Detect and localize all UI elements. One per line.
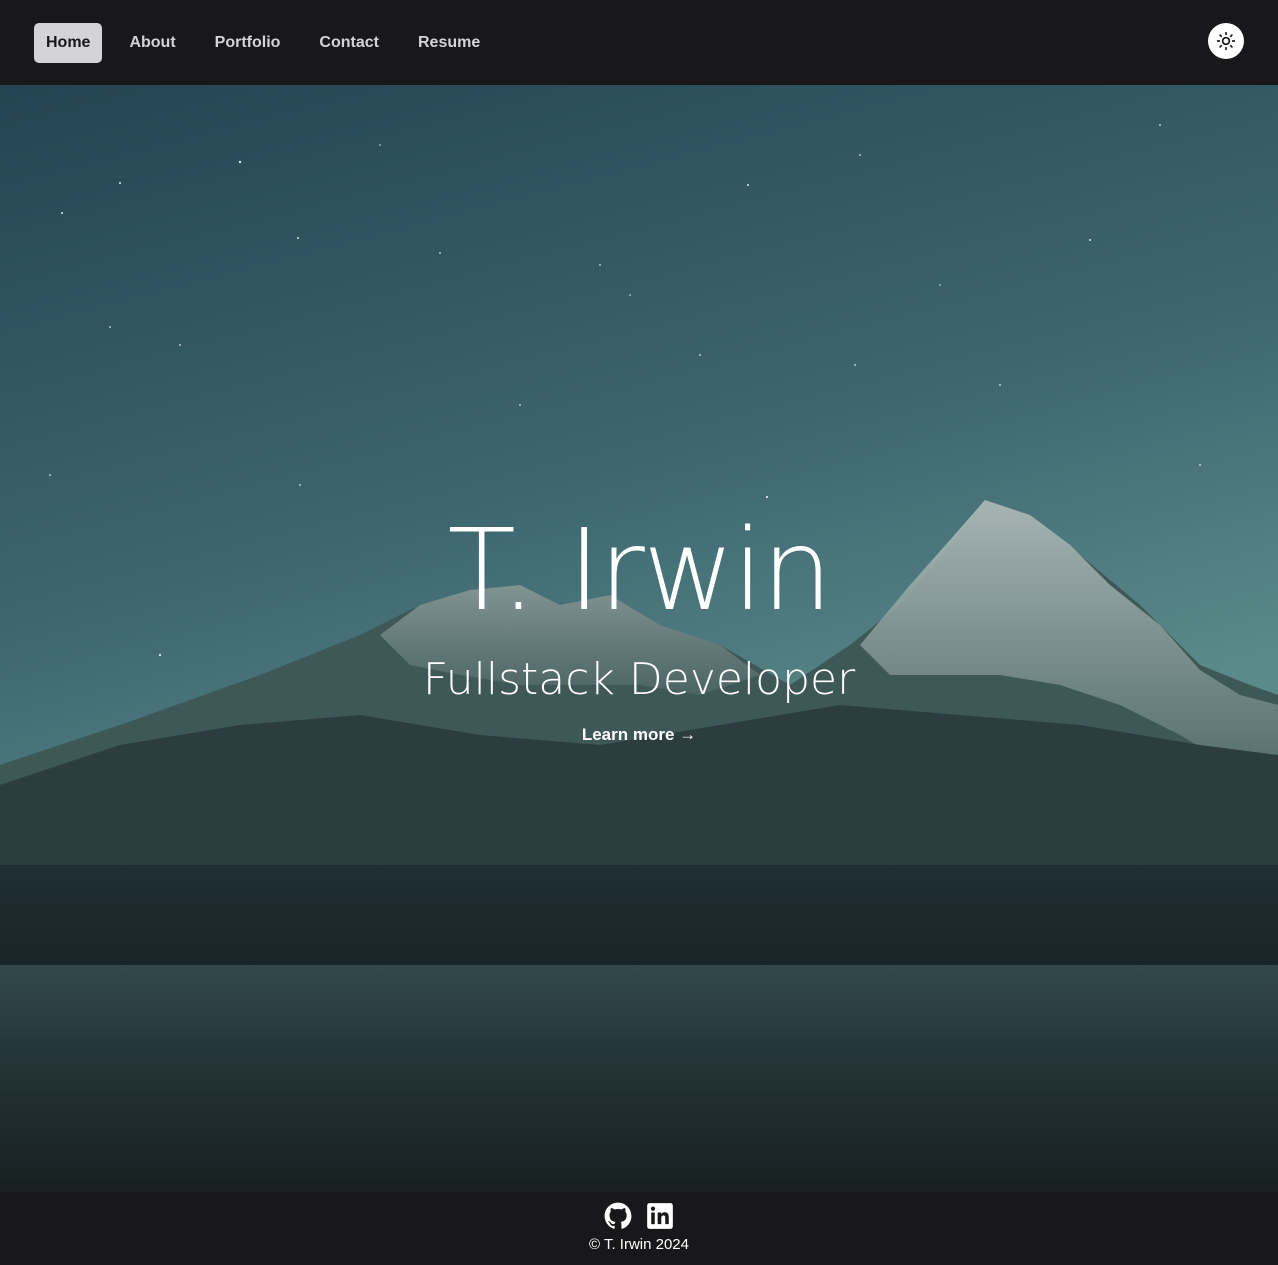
linkedin-icon[interactable] (646, 1202, 674, 1230)
github-icon[interactable] (604, 1202, 632, 1230)
hero-content: T. Irwin Fullstack Developer Learn more … (0, 85, 1278, 1192)
learn-more-link[interactable]: Learn more → (0, 725, 1278, 745)
nav-home[interactable]: Home (34, 22, 103, 63)
sun-icon (1216, 31, 1236, 51)
hero-title: Fullstack Developer (422, 654, 856, 705)
top-navbar: Home About Portfolio Contact Resume (0, 0, 1278, 85)
hero-name: T. Irwin (447, 506, 832, 636)
nav-about[interactable]: About (117, 23, 187, 63)
copyright-text: © T. Irwin 2024 (589, 1236, 689, 1253)
nav-contact[interactable]: Contact (307, 23, 391, 63)
theme-toggle-button[interactable] (1208, 23, 1244, 59)
nav-resume[interactable]: Resume (406, 23, 492, 63)
nav-portfolio[interactable]: Portfolio (203, 23, 293, 63)
hero-section: T. Irwin Fullstack Developer Learn more … (0, 85, 1278, 1192)
site-footer: © T. Irwin 2024 (0, 1192, 1278, 1265)
social-links (0, 1202, 1278, 1230)
